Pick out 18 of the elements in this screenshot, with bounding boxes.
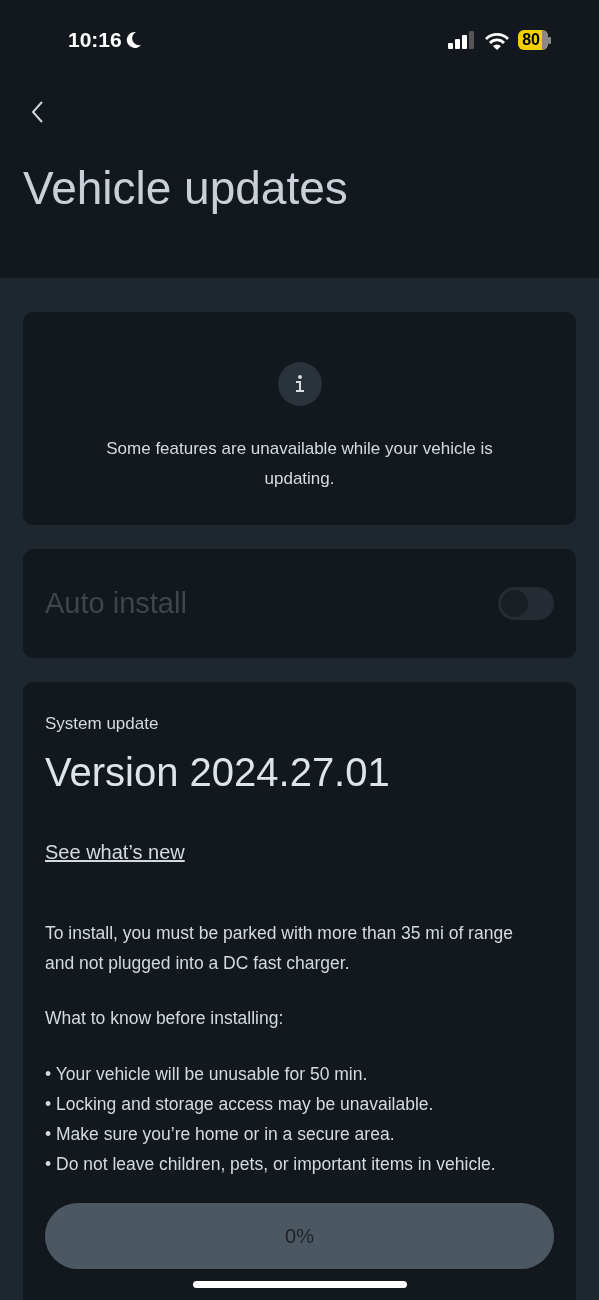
- info-icon: [277, 362, 322, 406]
- list-item: • Your vehicle will be unusable for 50 min.: [45, 1063, 369, 1086]
- battery-icon: 80: [518, 30, 551, 50]
- clock-time: 10:16: [68, 28, 122, 52]
- update-label: System update: [45, 714, 160, 734]
- notice-text: Some features are unavailable while your vehicle is updating.: [105, 438, 494, 490]
- list-item: • Locking and storage access may be unavailable.: [45, 1093, 435, 1116]
- moon-icon: [125, 31, 142, 49]
- wifi-icon: [484, 30, 511, 50]
- signal-icon: [448, 31, 477, 49]
- progress-reading: 0%: [285, 1224, 314, 1248]
- page-title: Vehicle updates: [23, 161, 349, 215]
- list-item: • Make sure you’re home or in a secure area.: [45, 1123, 396, 1146]
- whats-new-link[interactable]: See what’s new: [45, 841, 185, 864]
- list-title: What to know before installing:: [45, 1008, 285, 1029]
- requirement-text: To install, you must be parked with more than 35 mi of range and not plugged into a DC fast charger.: [45, 922, 514, 975]
- version-text: Version 2024.27.01: [45, 750, 391, 795]
- list-item: • Do not leave children, pets, or important items in vehicle.: [45, 1153, 497, 1176]
